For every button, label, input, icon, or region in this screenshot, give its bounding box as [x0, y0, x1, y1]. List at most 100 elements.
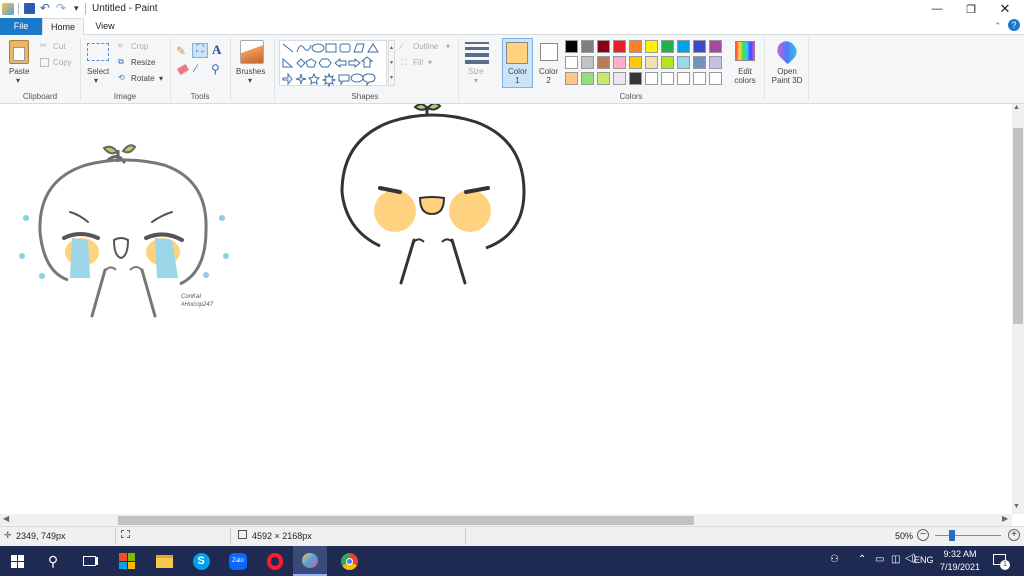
battery-icon[interactable]: ▭ — [875, 554, 884, 565]
select-button[interactable]: Select — [87, 67, 109, 76]
crop-button[interactable]: Crop — [131, 42, 148, 51]
close-button[interactable]: ✕ — [988, 0, 1022, 18]
outline-dropdown-icon[interactable]: ▾ — [446, 42, 450, 51]
palette-swatch[interactable] — [661, 56, 674, 69]
palette-swatch[interactable] — [597, 72, 610, 85]
fill-dropdown-icon[interactable]: ▾ — [428, 58, 432, 67]
undo-icon[interactable]: ↶ — [40, 1, 50, 15]
shapes-scroll[interactable]: ▴ ▾ ▾ — [388, 40, 395, 86]
palette-swatch[interactable] — [677, 40, 690, 53]
select-dropdown-icon[interactable]: ▾ — [94, 76, 98, 85]
palette-swatch[interactable] — [645, 40, 658, 53]
opera-icon[interactable] — [258, 546, 292, 576]
rotate-button[interactable]: Rotate — [131, 74, 155, 83]
collapse-ribbon-icon[interactable]: ⌃ — [994, 21, 1002, 32]
fill-bucket-icon[interactable]: ⛶ — [192, 43, 208, 58]
palette-swatch[interactable] — [565, 40, 578, 53]
start-button[interactable] — [0, 546, 34, 576]
palette-swatch[interactable] — [693, 40, 706, 53]
zoom-out-button[interactable]: − — [917, 529, 929, 541]
pencil-icon[interactable]: ✎ — [176, 44, 186, 58]
scroll-right-icon[interactable]: ▶ — [1002, 514, 1008, 523]
open-paint3d-button[interactable]: Open Paint 3D — [766, 67, 808, 85]
people-icon[interactable]: ⚇ — [830, 554, 839, 565]
horizontal-scroll-thumb[interactable] — [118, 516, 694, 525]
help-icon[interactable]: ? — [1008, 19, 1020, 31]
palette-swatch[interactable] — [597, 56, 610, 69]
clock-time[interactable]: 9:32 AM — [939, 549, 981, 559]
scroll-down-icon[interactable]: ▼ — [1013, 503, 1020, 510]
paste-button[interactable]: Paste — [9, 67, 29, 76]
search-icon[interactable]: ⚲ — [36, 546, 70, 576]
palette-swatch[interactable] — [709, 72, 722, 85]
palette-swatch[interactable] — [581, 72, 594, 85]
color2-swatch[interactable] — [540, 43, 558, 61]
zoom-slider-track[interactable] — [935, 535, 1001, 536]
palette-swatch[interactable] — [645, 72, 658, 85]
resize-button[interactable]: Resize — [131, 58, 155, 67]
palette-swatch[interactable] — [613, 40, 626, 53]
palette-swatch[interactable] — [645, 56, 658, 69]
zoom-in-button[interactable]: + — [1008, 529, 1020, 541]
palette-swatch[interactable] — [661, 72, 674, 85]
size-icon[interactable] — [465, 42, 489, 64]
show-hidden-icons[interactable]: ⌃ — [858, 554, 866, 565]
zalo-icon[interactable]: Zalo — [221, 546, 255, 576]
palette-swatch[interactable] — [565, 56, 578, 69]
palette-swatch[interactable] — [661, 40, 674, 53]
brushes-dropdown-icon[interactable]: ▾ — [248, 76, 252, 85]
tab-view[interactable]: View — [84, 18, 126, 35]
brushes-icon[interactable] — [240, 40, 264, 64]
palette-swatch[interactable] — [565, 72, 578, 85]
palette-swatch[interactable] — [629, 40, 642, 53]
color-picker-icon[interactable]: ⁄ — [195, 63, 197, 75]
restore-button[interactable]: ❐ — [954, 0, 988, 18]
palette-swatch[interactable] — [597, 40, 610, 53]
tab-home[interactable]: Home — [42, 18, 84, 35]
file-explorer-icon[interactable] — [147, 546, 181, 576]
size-button[interactable]: Size — [468, 67, 484, 76]
brushes-button[interactable]: Brushes — [236, 67, 265, 76]
select-icon[interactable] — [87, 43, 109, 61]
save-icon[interactable] — [24, 3, 35, 14]
palette-swatch[interactable] — [629, 72, 642, 85]
outline-button[interactable]: Outline — [413, 42, 438, 51]
palette-swatch[interactable] — [613, 72, 626, 85]
magnifier-icon[interactable]: ⚲ — [211, 62, 220, 76]
edit-colors-icon[interactable] — [735, 41, 755, 61]
palette-swatch[interactable] — [677, 56, 690, 69]
palette-swatch[interactable] — [629, 56, 642, 69]
drawing-canvas[interactable]: ConKat #Hoicop247 — [0, 104, 1012, 514]
palette-swatch[interactable] — [693, 72, 706, 85]
chrome-icon[interactable] — [332, 546, 366, 576]
minimize-button[interactable]: — — [920, 0, 954, 18]
paint-app-icon[interactable] — [2, 3, 14, 15]
language-indicator[interactable]: ENG — [914, 555, 934, 565]
vertical-scroll-thumb[interactable] — [1013, 128, 1023, 324]
palette-swatch[interactable] — [709, 40, 722, 53]
palette-swatch[interactable] — [581, 40, 594, 53]
clock-date[interactable]: 7/19/2021 — [937, 562, 983, 572]
color2-label[interactable]: Color 2 — [535, 67, 562, 85]
store-app-icon[interactable] — [110, 546, 144, 576]
palette-swatch[interactable] — [709, 56, 722, 69]
fill-button[interactable]: Fill — [413, 58, 423, 67]
network-icon[interactable]: ◫ — [891, 554, 900, 565]
palette-swatch[interactable] — [677, 72, 690, 85]
size-dropdown-icon[interactable]: ▾ — [474, 76, 478, 85]
scroll-left-icon[interactable]: ◀ — [3, 514, 9, 523]
edit-colors-button[interactable]: Edit colors — [729, 67, 761, 85]
shapes-gallery[interactable] — [279, 40, 387, 87]
palette-swatch[interactable] — [581, 56, 594, 69]
copy-button[interactable]: Copy — [53, 58, 72, 67]
paint-taskbar-icon[interactable] — [293, 546, 327, 576]
tab-file[interactable]: File — [0, 18, 42, 35]
paste-dropdown-icon[interactable]: ▾ — [16, 76, 20, 85]
rotate-dropdown-icon[interactable]: ▾ — [159, 74, 163, 83]
zoom-slider-thumb[interactable] — [949, 530, 955, 541]
text-tool-icon[interactable]: A — [212, 42, 221, 58]
redo-icon[interactable]: ↷ — [56, 1, 66, 15]
palette-swatch[interactable] — [693, 56, 706, 69]
cut-button[interactable]: Cut — [53, 42, 65, 51]
scroll-up-icon[interactable]: ▲ — [1013, 104, 1020, 111]
